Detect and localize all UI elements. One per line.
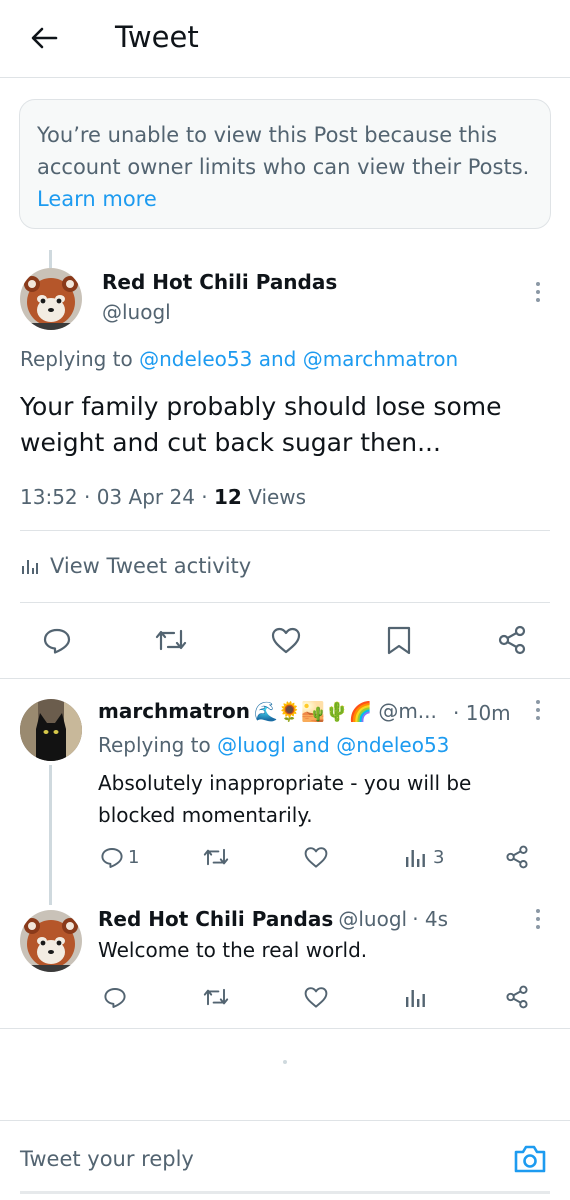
reply-text: Absolutely inappropriate - you will be b… <box>98 771 472 827</box>
more-options-button[interactable] <box>526 904 550 934</box>
divider <box>20 602 550 603</box>
reply-button[interactable] <box>42 625 72 655</box>
back-arrow-icon <box>31 27 58 49</box>
activity-label: View Tweet activity <box>50 554 252 578</box>
reply-author-handle[interactable]: @luogl <box>338 907 407 931</box>
author-name[interactable]: Red Hot Chili Pandas <box>102 270 337 294</box>
camera-icon <box>514 1145 546 1173</box>
replying-to-users[interactable]: @luogl and @ndeleo53 <box>217 733 449 757</box>
avatar[interactable] <box>20 268 82 330</box>
retweet-icon <box>203 988 229 1006</box>
view-tweet-activity-link[interactable]: View Tweet activity <box>20 554 251 578</box>
reply-time: · 10m <box>453 701 511 725</box>
share-button[interactable] <box>505 845 529 869</box>
share-icon <box>498 625 526 655</box>
tweet-meta: 13:52 · 03 Apr 24 · 12 Views <box>20 485 306 509</box>
like-icon <box>304 987 328 1008</box>
like-button[interactable] <box>270 625 302 655</box>
reply-time: · 4s <box>412 907 449 931</box>
bookmark-button[interactable] <box>386 625 412 655</box>
tweet-text: Your family probably should lose some we… <box>20 392 502 457</box>
more-options-button[interactable] <box>526 695 550 725</box>
reply-icon <box>43 628 71 654</box>
share-icon <box>506 845 528 869</box>
views-count: 12 <box>214 485 242 509</box>
avatar[interactable] <box>20 699 82 761</box>
author-handle[interactable]: @luogl <box>102 300 171 324</box>
camera-button[interactable] <box>512 1143 552 1179</box>
more-icon <box>536 909 540 913</box>
back-button[interactable] <box>22 18 66 58</box>
replying-to-users[interactable]: @ndeleo53 and @marchmatron <box>139 347 458 371</box>
views-icon <box>406 990 425 1007</box>
views-button[interactable]: 3 <box>405 845 444 869</box>
like-icon <box>271 627 301 654</box>
reply-count: 1 <box>128 846 140 868</box>
replying-to: Replying to @ndeleo53 and @marchmatron <box>20 347 458 371</box>
retweet-button[interactable] <box>202 845 230 869</box>
views-icon <box>406 850 425 867</box>
more-options-button[interactable] <box>526 277 550 307</box>
top-bar <box>0 0 570 78</box>
retweet-icon <box>203 848 229 866</box>
reply-author-name[interactable]: marchmatron <box>98 699 250 723</box>
bottom-edge <box>20 1191 550 1194</box>
red-panda-avatar-icon <box>20 910 82 972</box>
share-button[interactable] <box>497 625 527 655</box>
restricted-post-notice: You’re unable to view this Post because … <box>19 99 551 229</box>
black-cat-avatar-icon <box>20 699 82 761</box>
retweet-button[interactable] <box>202 985 230 1009</box>
reply-icon <box>101 848 123 868</box>
tweet-timestamp: 13:52 · 03 Apr 24 · <box>20 485 214 509</box>
like-button[interactable] <box>303 985 329 1009</box>
bookmark-icon <box>387 626 411 655</box>
thread-line <box>49 765 52 905</box>
divider <box>20 530 550 531</box>
like-button[interactable] <box>303 845 329 869</box>
retweet-button[interactable] <box>154 625 188 655</box>
analytics-icon <box>22 560 38 574</box>
name-emojis: 🌊🌻🏜️🌵🌈 <box>254 700 373 723</box>
more-icon <box>536 282 540 286</box>
divider <box>0 1028 570 1029</box>
reply-header: marchmatron 🌊🌻🏜️🌵🌈 @m... <box>98 699 437 723</box>
view-count: 3 <box>433 846 445 868</box>
retweet-icon <box>155 629 187 651</box>
avatar[interactable] <box>20 910 82 972</box>
views-button[interactable] <box>405 985 427 1009</box>
like-icon <box>304 847 328 868</box>
thread-line <box>49 250 52 268</box>
red-panda-avatar-icon <box>20 268 82 330</box>
reply-header: Red Hot Chili Pandas @luogl · 4s <box>98 907 448 931</box>
page-title: Tweet <box>115 20 199 54</box>
share-icon <box>506 985 528 1009</box>
replying-to-label: Replying to <box>20 347 140 371</box>
notice-text: You’re unable to view this Post because … <box>37 123 530 179</box>
replying-to: Replying to @luogl and @ndeleo53 <box>98 733 449 757</box>
reply-input[interactable]: Tweet your reply <box>20 1147 194 1171</box>
learn-more-link[interactable]: Learn more <box>37 187 157 211</box>
more-icon <box>536 700 540 704</box>
reply-icon <box>104 988 126 1008</box>
reply-button[interactable] <box>103 985 127 1009</box>
replying-to-label: Replying to <box>98 733 218 757</box>
reply-button[interactable]: 1 <box>100 845 139 869</box>
reply-author-name[interactable]: Red Hot Chili Pandas <box>98 907 333 931</box>
share-button[interactable] <box>505 985 529 1009</box>
loading-dot <box>283 1060 287 1064</box>
reply-text: Welcome to the real world. <box>98 938 368 962</box>
views-label: Views <box>241 485 307 509</box>
divider <box>0 678 570 679</box>
reply-author-handle[interactable]: @m... <box>378 699 437 723</box>
